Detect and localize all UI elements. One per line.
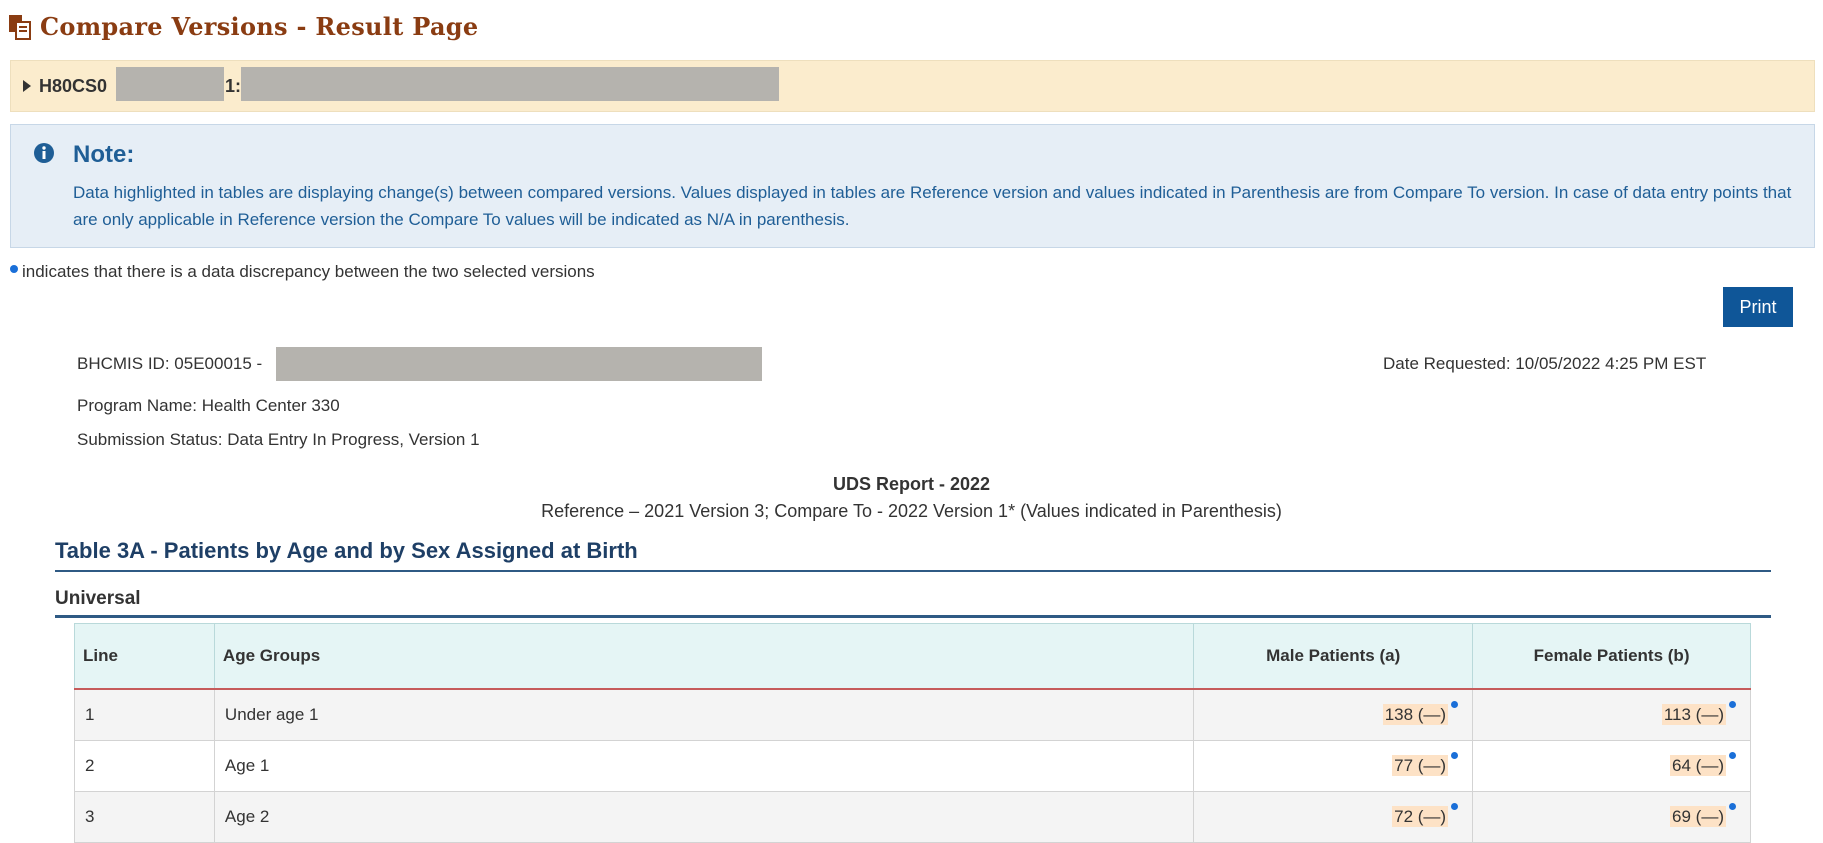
cell-male: 138 (—): [1193, 688, 1474, 741]
blue-dot-icon: [1451, 752, 1459, 759]
col-header-line: Line: [74, 623, 215, 690]
value-highlight: 64 (—): [1670, 755, 1726, 776]
note-title: Note:: [73, 141, 135, 168]
copy-document-icon: [9, 14, 31, 40]
date-requested: Date Requested: 10/05/2022 4:25 PM EST: [1383, 354, 1707, 373]
redacted-block: [276, 347, 762, 381]
program-name: Program Name: Health Center 330: [77, 396, 340, 415]
cell-line: 2: [74, 740, 215, 792]
cell-line: 1: [74, 688, 215, 741]
cell-age-group: Age 1: [213, 740, 1195, 792]
legend-text: indicates that there is a data discrepan…: [22, 262, 595, 281]
grant-accordion[interactable]: H80CS0 1:: [10, 60, 1815, 112]
discrepancy-legend: indicates that there is a data discrepan…: [10, 262, 595, 282]
note-box: Note: Data highlighted in tables are dis…: [10, 124, 1815, 248]
blue-dot-icon: [1451, 701, 1459, 708]
cell-age-group: Under age 1: [213, 688, 1195, 741]
value-highlight: 69 (—): [1670, 806, 1726, 827]
patients-table: Line Age Groups Male Patients (a) Female…: [74, 623, 1751, 843]
cell-line: 3: [74, 791, 215, 843]
cell-female: 64 (—): [1472, 740, 1751, 792]
table-row: 1 Under age 1 138 (—) 113 (—): [74, 688, 1751, 741]
value-highlight: 72 (—): [1392, 806, 1449, 827]
table-header-row: Line Age Groups Male Patients (a) Female…: [74, 623, 1751, 690]
table-row: 3 Age 2 72 (—) 69 (—): [74, 791, 1751, 843]
table-title: Table 3A - Patients by Age and by Sex As…: [55, 538, 1771, 572]
info-circle-icon: [34, 143, 54, 163]
value-highlight: 113 (—): [1661, 704, 1726, 725]
col-header-age-groups: Age Groups: [213, 623, 1195, 690]
table-row: 2 Age 1 77 (—) 64 (—): [74, 740, 1751, 792]
blue-dot-icon: [1729, 701, 1736, 708]
blue-dot-icon: [10, 265, 18, 273]
value-highlight: 77 (—): [1392, 755, 1449, 776]
col-header-female: Female Patients (b): [1472, 623, 1751, 690]
cell-female: 113 (—): [1472, 688, 1751, 741]
col-header-male: Male Patients (a): [1193, 623, 1474, 690]
page-title: Compare Versions - Result Page: [40, 12, 479, 41]
subsection-title: Universal: [55, 588, 1771, 618]
grant-id-prefix: H80CS0: [39, 76, 108, 96]
cell-female: 69 (—): [1472, 791, 1751, 843]
note-text: Data highlighted in tables are displayin…: [73, 183, 1792, 229]
blue-dot-icon: [1451, 803, 1459, 810]
value-highlight: 138 (—): [1382, 704, 1449, 725]
report-title: UDS Report - 2022: [832, 474, 991, 494]
print-button[interactable]: Print: [1723, 287, 1793, 327]
caret-right-icon[interactable]: [23, 80, 31, 92]
cell-age-group: Age 2: [213, 791, 1195, 843]
redacted-block: [116, 67, 224, 101]
cell-male: 77 (—): [1193, 740, 1474, 792]
blue-dot-icon: [1729, 803, 1736, 810]
blue-dot-icon: [1729, 752, 1736, 759]
page-title-row: Compare Versions - Result Page: [8, 12, 478, 41]
bhcmis-id: BHCMIS ID: 05E00015 -: [77, 354, 263, 373]
submission-status: Submission Status: Data Entry In Progres…: [77, 430, 480, 449]
grant-id-suffix: 1:: [225, 76, 242, 96]
report-subtitle: Reference – 2021 Version 3; Compare To -…: [541, 501, 1282, 521]
cell-male: 72 (—): [1193, 791, 1474, 843]
redacted-block: [241, 67, 779, 101]
